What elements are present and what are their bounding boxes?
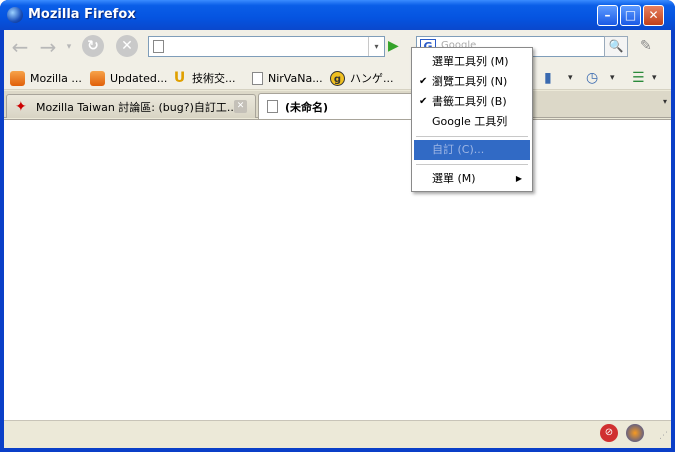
bookmark-dropdown-icon[interactable]: ▾: [568, 68, 573, 88]
bookmark-label: Mozilla ...: [30, 71, 82, 85]
bookmark-label: Updated...: [110, 71, 168, 85]
g-site-icon: g: [330, 70, 345, 86]
bookmarks-toolbar: Mozilla ... Updated... U 技術交... NirVaNa.…: [4, 64, 671, 90]
bookmark-item[interactable]: Mozilla ...: [10, 69, 82, 87]
browser-window: Mozilla Firefox – □ ✕ ← → ▾ ↻ ✕ ▾ ▶ G Go…: [0, 0, 675, 452]
menu-item-label: 書籤工具列 (B): [432, 95, 507, 108]
bookmark-label: NirVaNa...: [268, 71, 323, 85]
sidebar-icon[interactable]: ☰: [632, 68, 645, 88]
page-content[interactable]: [4, 119, 671, 424]
window-title: Mozilla Firefox: [28, 7, 136, 22]
menu-item-bookmarks-toolbar[interactable]: ✔ 書籤工具列 (B): [414, 92, 530, 112]
tab-untitled[interactable]: (未命名): [258, 93, 418, 119]
menu-item-label: 瀏覽工具列 (N): [432, 75, 508, 88]
minimize-button[interactable]: –: [597, 5, 618, 26]
menu-item-menubar[interactable]: 選單工具列 (M): [414, 52, 530, 72]
firefox-status-icon[interactable]: [626, 424, 644, 442]
menu-item-label: 選單工具列 (M): [432, 55, 509, 68]
reload-button[interactable]: ↻: [82, 35, 104, 57]
toolbar-context-menu: 選單工具列 (M) ✔ 瀏覽工具列 (N) ✔ 書籤工具列 (B) Google…: [411, 47, 533, 192]
tab-label: Mozilla Taiwan 討論區: (bug?)自訂工...: [36, 100, 238, 114]
rss-icon: [90, 70, 105, 86]
title-bar[interactable]: Mozilla Firefox – □ ✕: [0, 0, 675, 30]
stop-button[interactable]: ✕: [116, 35, 138, 57]
status-bar: ⊘ ⋰: [4, 420, 671, 444]
search-go-button[interactable]: 🔍: [604, 36, 628, 57]
menu-separator: [416, 136, 528, 137]
tab-strip: ✦ Mozilla Taiwan 討論區: (bug?)自訂工... ✕ (未命…: [4, 91, 671, 119]
resize-grip[interactable]: ⋰: [659, 431, 668, 441]
go-button[interactable]: ▶: [388, 39, 399, 53]
bookmark-item[interactable]: Updated...: [90, 69, 167, 87]
menu-item-google-toolbar[interactable]: Google 工具列: [414, 112, 530, 132]
history-dropdown-icon[interactable]: ▾: [610, 68, 615, 88]
menu-item-label: Google 工具列: [432, 115, 508, 128]
client-area: ← → ▾ ↻ ✕ ▾ ▶ G Google 🔍 ✎ Mozilla ...: [4, 30, 671, 448]
tab-label: (未命名): [285, 100, 329, 114]
sidebar-dropdown-icon[interactable]: ▾: [652, 68, 657, 88]
feather-icon[interactable]: ✎: [640, 38, 652, 54]
maximize-button[interactable]: □: [620, 5, 641, 26]
menu-item-customize[interactable]: 自訂 (C)...: [414, 140, 530, 160]
menu-separator: [416, 164, 528, 165]
tab-close-button[interactable]: ✕: [234, 100, 247, 113]
u-site-icon: U: [173, 69, 186, 86]
rss-icon: [10, 70, 25, 86]
back-button[interactable]: ←: [8, 36, 32, 58]
bookmark-label: ハンゲ...: [350, 72, 394, 85]
bookmark-manager-icon[interactable]: ▮: [544, 68, 552, 88]
bookmark-label: 技術交...: [192, 72, 236, 85]
check-icon: ✔: [419, 96, 428, 107]
menu-item-menu[interactable]: 選單 (M) ▶: [414, 169, 530, 189]
tab-list-button[interactable]: ▾: [663, 97, 667, 106]
bookmark-item[interactable]: NirVaNa...: [252, 69, 323, 87]
check-icon: ✔: [419, 76, 428, 87]
page-icon: [252, 71, 263, 85]
menu-item-label: 選單 (M): [432, 172, 476, 185]
url-bar[interactable]: ▾: [148, 36, 385, 57]
menu-item-navigation-toolbar[interactable]: ✔ 瀏覽工具列 (N): [414, 72, 530, 92]
url-dropdown-button[interactable]: ▾: [368, 37, 384, 56]
menu-item-label: 自訂 (C)...: [432, 143, 485, 156]
history-icon[interactable]: ◷: [586, 68, 598, 88]
firefox-icon: [7, 7, 23, 23]
forward-button[interactable]: →: [36, 36, 60, 58]
submenu-arrow-icon: ▶: [515, 174, 522, 183]
popup-blocker-icon[interactable]: ⊘: [600, 424, 618, 442]
mozilla-dino-icon: ✦: [15, 98, 27, 115]
bookmark-item[interactable]: g ハンゲ...: [330, 69, 394, 87]
navigation-toolbar: ← → ▾ ↻ ✕ ▾ ▶ G Google 🔍 ✎: [4, 30, 671, 64]
bookmark-item[interactable]: U 技術交...: [172, 69, 236, 87]
close-button[interactable]: ✕: [643, 5, 664, 26]
tab-mozilla-taiwan[interactable]: ✦ Mozilla Taiwan 討論區: (bug?)自訂工... ✕: [6, 94, 256, 118]
history-dropdown-button[interactable]: ▾: [64, 36, 74, 58]
page-icon: [267, 100, 278, 113]
page-icon: [153, 40, 164, 53]
